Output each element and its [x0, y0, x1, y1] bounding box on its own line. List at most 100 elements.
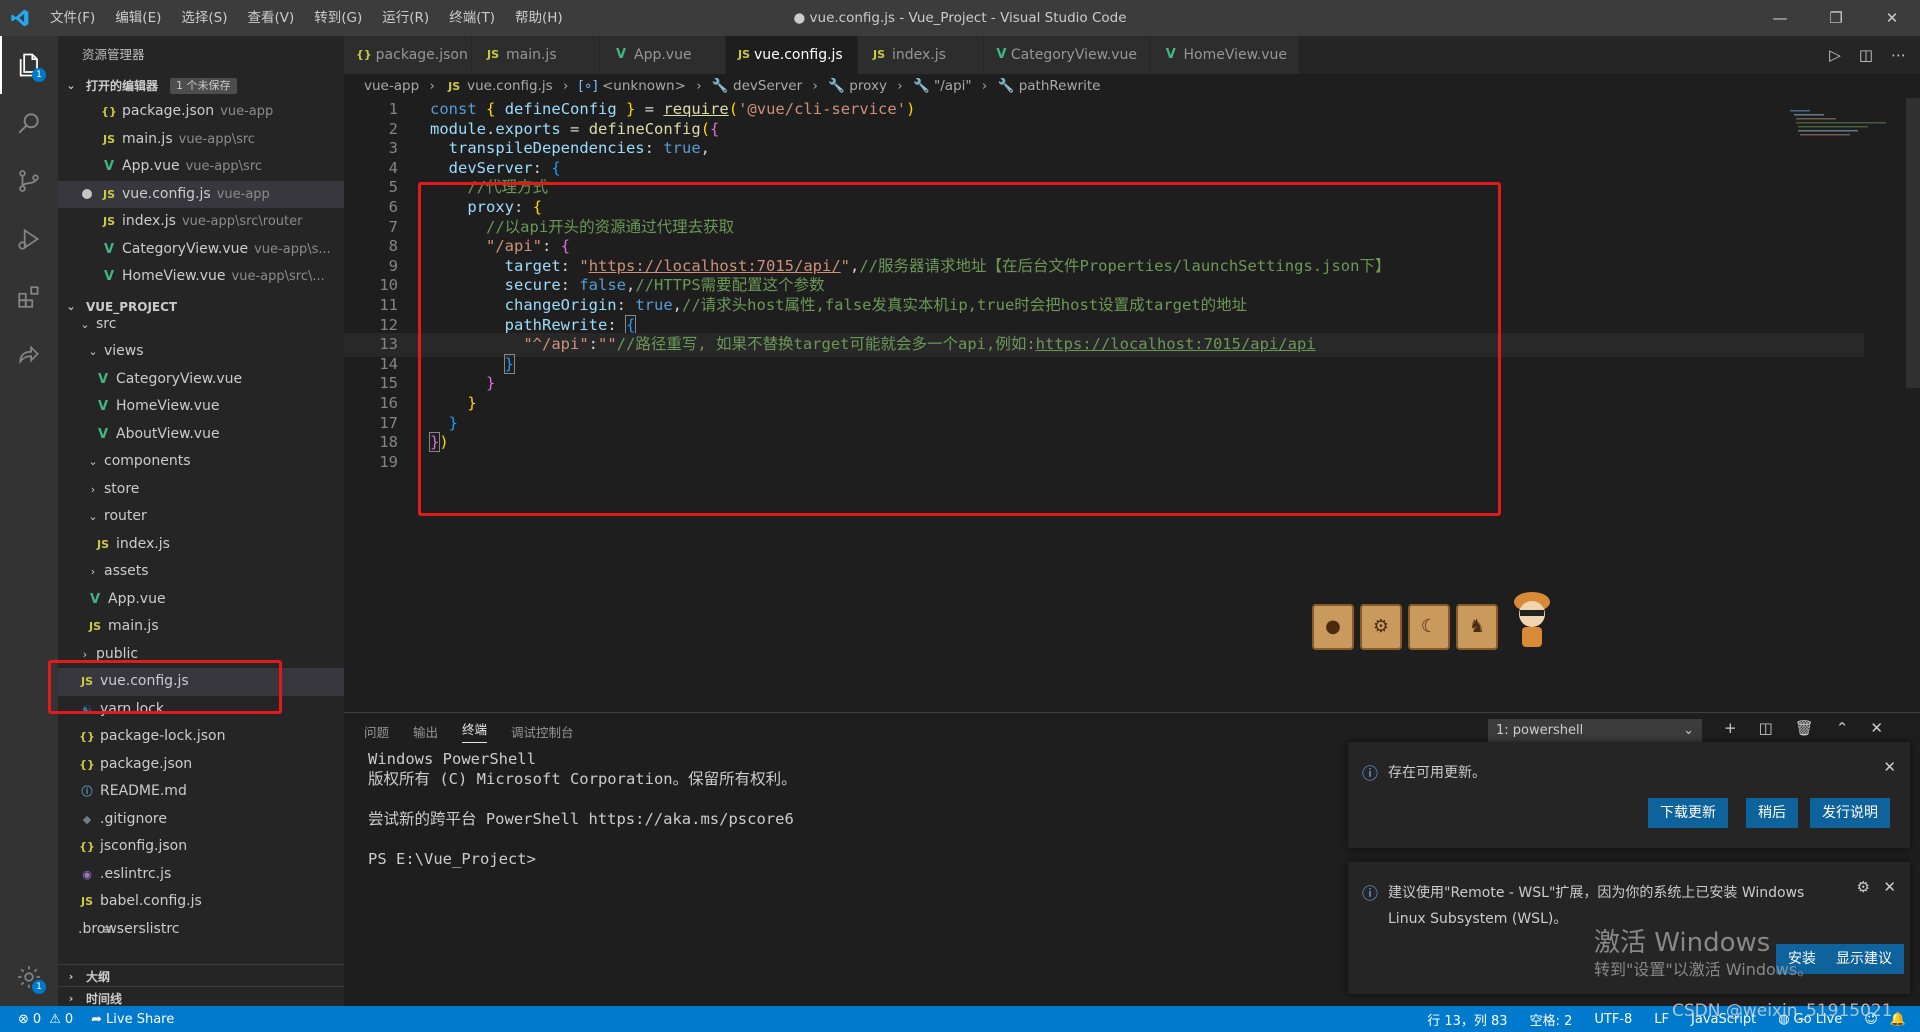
split-terminal-icon[interactable]: ◫	[1759, 719, 1773, 737]
run-icon[interactable]: ▷	[1829, 46, 1841, 64]
close-panel-icon[interactable]: ✕	[1870, 719, 1883, 737]
tree-folder[interactable]: ⌄ components	[58, 448, 344, 476]
tree-file[interactable]: ◉ .eslintrc.js	[58, 861, 344, 889]
crumb-devserver[interactable]: devServer	[733, 78, 802, 94]
maximize-panel-icon[interactable]: ⌃	[1836, 719, 1849, 737]
source-control-icon[interactable]	[0, 152, 58, 210]
editor-tab[interactable]: V App.vue	[600, 36, 726, 74]
editor-tab[interactable]: {} package.json	[344, 36, 472, 74]
editor-tab[interactable]: JS main.js	[472, 36, 600, 74]
minimize-icon[interactable]: —	[1752, 0, 1808, 36]
show-recommendations-button[interactable]: 显示建议	[1824, 944, 1904, 974]
tree-folder[interactable]: ⌄ views	[58, 338, 344, 366]
minimap[interactable]	[1790, 108, 1900, 148]
timeline-header[interactable]: › 时间线	[58, 986, 344, 1006]
encoding[interactable]: UTF-8	[1594, 1012, 1632, 1027]
tree-folder[interactable]: › assets	[58, 558, 344, 586]
editor-tab[interactable]: JS index.js	[858, 36, 984, 74]
open-editor-item[interactable]: V CategoryView.vue vue-app\s...	[58, 236, 344, 264]
error-icon[interactable]: ⊗	[18, 1012, 29, 1027]
open-editor-item[interactable]: {} package.json vue-app	[58, 98, 344, 126]
tree-file[interactable]: V App.vue	[58, 586, 344, 614]
end-of-line[interactable]: LF	[1654, 1012, 1669, 1027]
menu-selection[interactable]: 选择(S)	[171, 0, 237, 36]
error-count[interactable]: 0	[33, 1012, 41, 1027]
outline-header[interactable]: › 大纲	[58, 964, 344, 988]
open-editor-item[interactable]: JS index.js vue-app\src\router	[58, 208, 344, 236]
crumb-api[interactable]: "/api"	[934, 78, 972, 94]
trash-icon[interactable]: 🗑	[1795, 719, 1814, 737]
menu-run[interactable]: 运行(R)	[372, 0, 439, 36]
restore-icon[interactable]: ❐	[1808, 0, 1864, 36]
editor-tab[interactable]: V CategoryView.vue	[984, 36, 1150, 74]
crumb-pathrewrite[interactable]: pathRewrite	[1019, 78, 1101, 94]
open-editor-item[interactable]: JS vue.config.js vue-app	[58, 180, 344, 208]
search-icon[interactable]	[0, 94, 58, 152]
panel-tab-output[interactable]: 输出	[413, 722, 438, 741]
menu-go[interactable]: 转到(G)	[304, 0, 372, 36]
run-debug-icon[interactable]	[0, 210, 58, 268]
warning-icon[interactable]: ⚠	[49, 1012, 61, 1027]
close-icon[interactable]: ✕	[1883, 878, 1896, 896]
menu-view[interactable]: 查看(V)	[238, 0, 305, 36]
vue-file-icon: V	[97, 371, 109, 387]
tree-file[interactable]: ◆ .gitignore	[58, 806, 344, 834]
tree-file[interactable]: {} package-lock.json	[58, 723, 344, 751]
open-editor-item[interactable]: V App.vue vue-app\src	[58, 153, 344, 181]
close-icon[interactable]: ✕	[1864, 0, 1920, 36]
tree-item-label: AboutView.vue	[116, 425, 220, 442]
unsaved-dot-icon[interactable]	[82, 189, 92, 200]
panel-tab-terminal[interactable]: 终端	[462, 719, 488, 743]
indentation[interactable]: 空格: 2	[1530, 1010, 1573, 1029]
menu-edit[interactable]: 编辑(E)	[105, 0, 171, 36]
editor-tab[interactable]: JS vue.config.js	[726, 36, 858, 74]
menu-terminal[interactable]: 终端(T)	[439, 0, 505, 36]
gear-icon[interactable]: ⚙	[1857, 878, 1870, 896]
chevron-down-icon: ⌄	[88, 455, 98, 468]
panel-tab-problems[interactable]: 问题	[364, 722, 389, 741]
manage-gear-icon[interactable]: 1	[0, 948, 58, 1006]
extensions-icon[interactable]	[0, 268, 58, 326]
warning-count[interactable]: 0	[65, 1012, 73, 1027]
open-editors-header[interactable]: ⌄ 打开的编辑器 1 个未保存	[58, 74, 344, 98]
live-share-label[interactable]: Live Share	[106, 1012, 174, 1027]
editor-tab[interactable]: V HomeView.vue	[1150, 36, 1300, 74]
tree-file[interactable]: {} jsconfig.json	[58, 833, 344, 861]
tree-file[interactable]: V AboutView.vue	[58, 421, 344, 449]
editor-scrollbar[interactable]	[1906, 98, 1920, 712]
tree-folder[interactable]: ⌄ router	[58, 503, 344, 531]
close-icon[interactable]: ✕	[1883, 758, 1896, 776]
tree-file[interactable]: ≡ .browserslistrc	[58, 916, 344, 944]
terminal-select[interactable]: 1: powershell ⌄	[1488, 719, 1702, 743]
live-share-icon[interactable]: ➦	[91, 1012, 102, 1027]
tree-file[interactable]: {} package.json	[58, 751, 344, 779]
menu-file[interactable]: 文件(F)	[40, 0, 105, 36]
crumb-folder[interactable]: vue-app	[364, 78, 419, 94]
menu-help[interactable]: 帮助(H)	[505, 0, 573, 36]
cursor-position[interactable]: 行 13，列 83	[1427, 1010, 1507, 1029]
explorer-icon[interactable]: 1	[0, 36, 58, 94]
tree-file[interactable]: ⓘ README.md	[58, 778, 344, 806]
crumb-file[interactable]: vue.config.js	[467, 78, 553, 94]
crumb-proxy[interactable]: proxy	[849, 78, 887, 94]
crumb-unknown[interactable]: <unknown>	[602, 78, 686, 94]
release-notes-button[interactable]: 发行说明	[1810, 798, 1890, 828]
tree-file[interactable]: JS main.js	[58, 613, 344, 641]
tree-file[interactable]: V CategoryView.vue	[58, 366, 344, 394]
tree-folder[interactable]: › store	[58, 476, 344, 504]
split-editor-icon[interactable]: ◫	[1859, 46, 1873, 64]
new-terminal-icon[interactable]: +	[1724, 719, 1737, 737]
tree-folder[interactable]: ⌄ src	[58, 311, 344, 339]
download-update-button[interactable]: 下载更新	[1648, 798, 1728, 828]
panel-tab-debug-console[interactable]: 调试控制台	[511, 722, 574, 741]
js-file-icon: JS	[80, 895, 93, 908]
tree-file[interactable]: JS babel.config.js	[58, 888, 344, 916]
tree-file[interactable]: V HomeView.vue	[58, 393, 344, 421]
tree-file[interactable]: JS index.js	[58, 531, 344, 559]
live-share-icon[interactable]	[0, 326, 58, 384]
later-button[interactable]: 稍后	[1746, 798, 1798, 828]
open-editor-item[interactable]: JS main.js vue-app\src	[58, 126, 344, 154]
more-actions-icon[interactable]: ⋯	[1891, 46, 1906, 64]
ln-file-icon: ≡	[102, 922, 112, 936]
open-editor-item[interactable]: V HomeView.vue vue-app\src\...	[58, 263, 344, 291]
